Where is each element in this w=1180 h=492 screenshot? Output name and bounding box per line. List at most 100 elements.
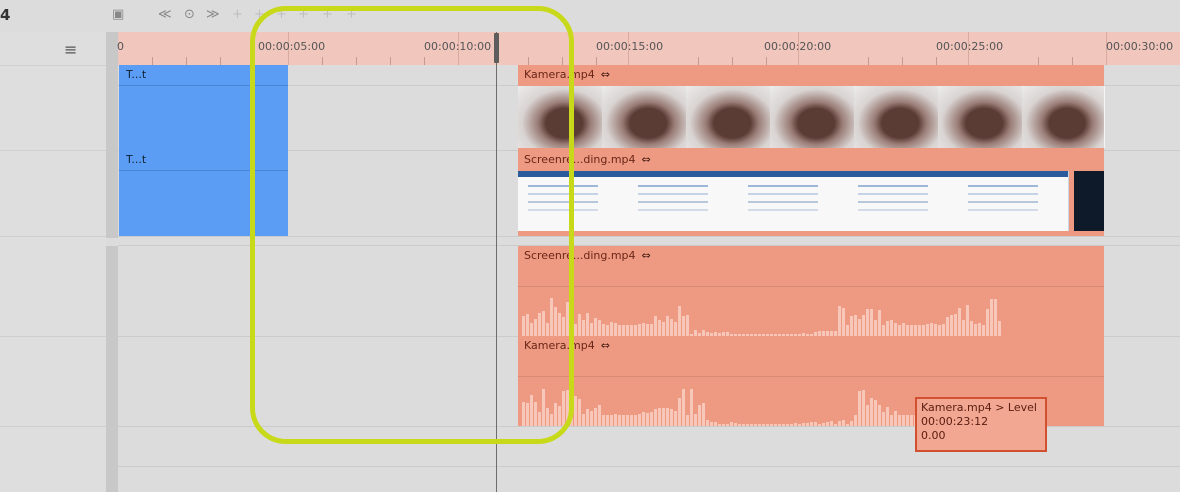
waveform-bar bbox=[858, 319, 861, 336]
waveform-bar bbox=[918, 325, 921, 336]
waveform-bar bbox=[902, 415, 905, 426]
waveform-bar bbox=[886, 407, 889, 426]
keyframe-icon[interactable]: + bbox=[232, 8, 243, 22]
waveform-bar bbox=[714, 422, 717, 426]
video-clip-screen[interactable]: Screenre...ding.mp4 ⇔ bbox=[518, 150, 1104, 236]
video-thumbnail bbox=[686, 86, 771, 148]
ruler-label: 00:00:20:00 bbox=[764, 40, 832, 53]
waveform-bar bbox=[958, 308, 961, 336]
waveform-bar bbox=[674, 322, 677, 336]
waveform-bar bbox=[830, 421, 833, 426]
waveform-bar bbox=[642, 323, 645, 336]
waveform-bar bbox=[670, 319, 673, 336]
waveform-bar bbox=[678, 306, 681, 336]
waveform-bar bbox=[750, 424, 753, 426]
waveform-bar bbox=[990, 299, 993, 336]
waveform-bar bbox=[762, 424, 765, 426]
waveform-bar bbox=[602, 415, 605, 426]
waveform-bar bbox=[594, 318, 597, 336]
video-clip-camera[interactable]: Kamera.mp4 ⇔ bbox=[518, 65, 1105, 150]
selection-highlight bbox=[250, 6, 574, 444]
waveform-bar bbox=[690, 389, 693, 426]
waveform-bar bbox=[862, 315, 865, 336]
waveform-bar bbox=[634, 415, 637, 426]
waveform-bar bbox=[786, 424, 789, 426]
waveform-bar bbox=[574, 324, 577, 336]
link-icon[interactable]: ⇔ bbox=[601, 339, 610, 352]
waveform-bar bbox=[950, 315, 953, 336]
waveform-bar bbox=[774, 424, 777, 426]
track-header[interactable] bbox=[0, 65, 106, 151]
waveform-bar bbox=[834, 424, 837, 426]
ruler-label: 00:00:15:00 bbox=[596, 40, 664, 53]
waveform-bar bbox=[898, 415, 901, 426]
link-icon[interactable]: ⇔ bbox=[642, 249, 651, 262]
waveform-bar bbox=[618, 415, 621, 426]
rewind-icon[interactable]: ≪ bbox=[158, 8, 172, 22]
waveform-bar bbox=[866, 405, 869, 426]
waveform-bar bbox=[582, 320, 585, 336]
audio-clip-screen[interactable]: Screenre...ding.mp4 ⇔ bbox=[518, 246, 1104, 336]
waveform-bar bbox=[854, 415, 857, 426]
waveform-bar bbox=[978, 323, 981, 336]
image-icon[interactable]: ▣ bbox=[112, 8, 124, 22]
waveform-bar bbox=[630, 325, 633, 336]
waveform-bar bbox=[658, 320, 661, 336]
waveform-bar bbox=[986, 309, 989, 336]
track-header[interactable] bbox=[0, 246, 106, 337]
waveform-bar bbox=[954, 314, 957, 336]
menu-icon[interactable]: ≡ bbox=[64, 40, 77, 59]
waveform-bar bbox=[894, 411, 897, 426]
video-thumbnail bbox=[848, 171, 959, 231]
waveform-bar bbox=[674, 411, 677, 426]
track-header[interactable] bbox=[0, 150, 106, 237]
waveform-bar bbox=[910, 415, 913, 426]
waveform-bar bbox=[646, 413, 649, 426]
waveform-bar bbox=[614, 323, 617, 336]
record-icon[interactable]: ⊙ bbox=[184, 8, 195, 22]
waveform-bar bbox=[630, 415, 633, 426]
waveform-bar bbox=[590, 323, 593, 336]
waveform-bar bbox=[874, 400, 877, 426]
waveform-bar bbox=[906, 325, 909, 336]
video-thumbnail bbox=[938, 86, 1023, 148]
waveform-bar bbox=[970, 321, 973, 336]
clip-title: T...t bbox=[126, 153, 147, 166]
link-icon[interactable]: ⇔ bbox=[642, 153, 651, 166]
waveform-bar bbox=[846, 325, 849, 336]
waveform-bar bbox=[634, 325, 637, 336]
waveform-bar bbox=[666, 408, 669, 426]
waveform-bar bbox=[914, 325, 917, 336]
waveform-bar bbox=[842, 308, 845, 336]
video-thumbnail bbox=[854, 86, 939, 148]
waveform-bar bbox=[586, 313, 589, 336]
waveform-bar bbox=[858, 391, 861, 426]
waveform-bar bbox=[682, 389, 685, 426]
waveform-bar bbox=[650, 324, 653, 336]
waveform-bar bbox=[606, 415, 609, 426]
link-icon[interactable]: ⇔ bbox=[601, 68, 610, 81]
track-header[interactable] bbox=[0, 336, 106, 427]
waveform-bar bbox=[778, 424, 781, 426]
audio-waveform bbox=[518, 287, 1104, 336]
ruler-header bbox=[0, 32, 106, 66]
waveform-bar bbox=[906, 415, 909, 426]
waveform-bar bbox=[742, 424, 745, 426]
waveform-bar bbox=[922, 325, 925, 336]
waveform-bar bbox=[898, 325, 901, 336]
waveform-bar bbox=[678, 398, 681, 426]
track-divider bbox=[106, 238, 118, 246]
waveform-bar bbox=[746, 424, 749, 426]
waveform-bar bbox=[994, 299, 997, 336]
video-thumbnail bbox=[602, 86, 687, 148]
waveform-bar bbox=[682, 316, 685, 336]
tooltip-title: Kamera.mp4 > Level bbox=[921, 401, 1037, 414]
waveform-bar bbox=[646, 324, 649, 336]
waveform-bar bbox=[638, 414, 641, 426]
waveform-bar bbox=[938, 325, 941, 336]
waveform-bar bbox=[782, 424, 785, 426]
video-thumbnail bbox=[770, 86, 855, 148]
fast-forward-icon[interactable]: ≫ bbox=[206, 8, 220, 22]
waveform-bar bbox=[798, 424, 801, 426]
waveform-bar bbox=[578, 399, 581, 426]
